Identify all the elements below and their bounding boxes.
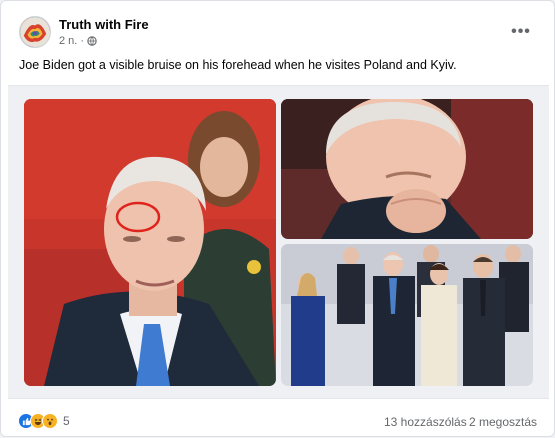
reactions-summary[interactable]: 5 (18, 413, 70, 429)
photo-top-right[interactable] (281, 99, 533, 239)
post-footer: 5 13 hozzászólás 2 megosztás (1, 403, 555, 438)
photo-main[interactable] (24, 99, 276, 386)
globe-icon (87, 36, 97, 46)
shares-link[interactable]: 2 megosztás (469, 415, 537, 429)
reaction-count: 5 (63, 414, 70, 428)
wow-icon (42, 413, 58, 429)
more-options-button[interactable]: ••• (507, 21, 535, 43)
page-avatar[interactable] (19, 16, 51, 48)
photo-bottom-right[interactable] (281, 244, 533, 386)
comments-link[interactable]: 13 hozzászólás (384, 415, 467, 429)
post-text: Joe Biden got a visible bruise on his fo… (19, 58, 457, 72)
post-meta: 2 n. · (59, 35, 97, 47)
page-name[interactable]: Truth with Fire (59, 17, 149, 32)
post-media (8, 85, 549, 399)
post-header: Truth with Fire 2 n. · ••• (1, 1, 555, 53)
meta-separator: · (80, 35, 85, 47)
post-card: Truth with Fire 2 n. · ••• Joe Biden got… (0, 0, 555, 437)
post-time[interactable]: 2 n. (59, 35, 77, 47)
